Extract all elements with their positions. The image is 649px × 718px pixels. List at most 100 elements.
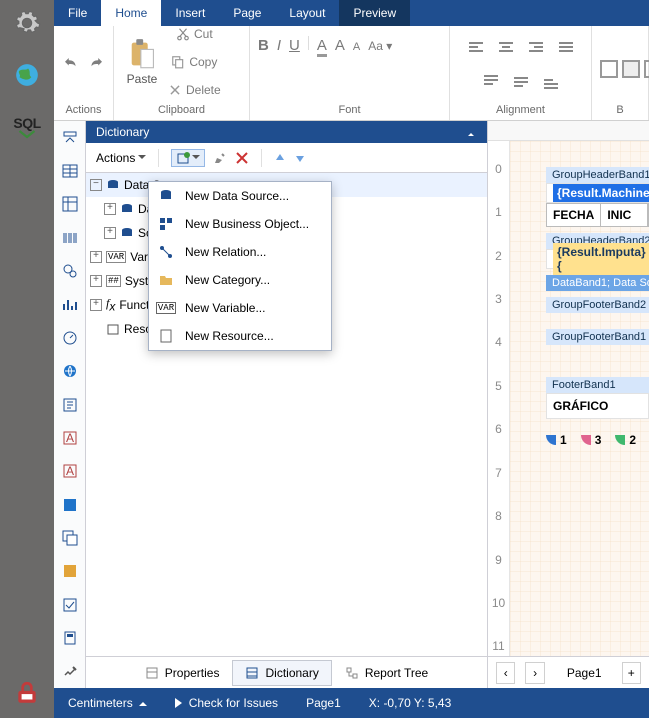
copy-button[interactable]: Copy — [168, 50, 221, 74]
zip-icon[interactable] — [59, 561, 81, 582]
header-row[interactable]: FECHA INIC — [546, 203, 649, 227]
font-settings-icon[interactable]: Aa ▾ — [368, 39, 392, 53]
pin-icon[interactable] — [465, 126, 477, 138]
shape-icon[interactable] — [59, 260, 81, 281]
band-footer[interactable]: FooterBand1 — [546, 377, 649, 393]
ribbon-group-alignment-title: Alignment — [458, 102, 583, 118]
italic-icon[interactable]: I — [277, 37, 281, 54]
menu-new-variable[interactable]: VARNew Variable... — [149, 294, 331, 322]
chart-legend: 1 3 2 — [546, 433, 649, 447]
chart-icon[interactable] — [59, 294, 81, 315]
expr-imputa[interactable]: {Result.Imputa}{ — [553, 243, 649, 275]
page-tabs-footer: ‹ › Page1 + — [488, 656, 649, 688]
paste-button[interactable]: Paste — [122, 38, 162, 86]
panel-footer-tabs: Properties Dictionary Report Tree — [86, 656, 487, 688]
edit-item-button[interactable] — [213, 151, 227, 165]
expand-icon[interactable]: + — [104, 227, 116, 239]
units-dropdown[interactable]: Centimeters — [68, 696, 147, 710]
ruler-tick: 10 — [492, 593, 505, 612]
border-none-icon[interactable] — [600, 60, 618, 78]
expand-icon[interactable]: + — [104, 203, 116, 215]
map-icon[interactable] — [59, 361, 81, 382]
ruler-tick: 11 — [492, 637, 504, 656]
align-center-icon[interactable] — [494, 36, 518, 60]
menu-new-category[interactable]: New Category... — [149, 266, 331, 294]
move-down-button[interactable] — [294, 152, 306, 164]
increase-font-icon[interactable]: A — [335, 37, 345, 54]
cell-grafico[interactable]: GRÁFICO — [546, 393, 649, 419]
panel-icon[interactable] — [59, 494, 81, 515]
table-icon[interactable] — [59, 160, 81, 181]
image-icon[interactable]: A — [59, 461, 81, 482]
menu-item-label: New Variable... — [185, 301, 265, 315]
bold-icon[interactable]: B — [258, 37, 269, 54]
checkbox-icon[interactable] — [59, 594, 81, 615]
menu-new-business-object[interactable]: New Business Object... — [149, 210, 331, 238]
next-page-button[interactable]: › — [525, 662, 544, 684]
check-for-issues[interactable]: Check for Issues — [175, 696, 278, 710]
delete-button[interactable]: Delete — [168, 78, 221, 102]
valign-top-icon[interactable] — [479, 70, 503, 94]
sql-icon[interactable]: SQL — [12, 112, 42, 142]
align-right-icon[interactable] — [524, 36, 548, 60]
band-group-header-1[interactable]: GroupHeaderBand1 — [546, 167, 649, 183]
underline-icon[interactable]: U — [289, 37, 300, 54]
crosstab-icon[interactable] — [59, 194, 81, 215]
move-up-button[interactable] — [274, 152, 286, 164]
menu-item-label: New Category... — [185, 273, 270, 287]
font-color-icon[interactable]: A — [317, 37, 327, 57]
valign-bottom-icon[interactable] — [539, 70, 563, 94]
cut-button[interactable]: Cut — [168, 22, 221, 46]
menu-new-resource[interactable]: New Resource... — [149, 322, 331, 350]
text-icon[interactable] — [59, 394, 81, 415]
border-all-icon[interactable] — [622, 60, 640, 78]
band-group-footer-1[interactable]: GroupFooterBand1 — [546, 329, 649, 345]
tab-file[interactable]: File — [54, 0, 101, 26]
menu-new-relation[interactable]: New Relation... — [149, 238, 331, 266]
tab-layout[interactable]: Layout — [275, 0, 339, 26]
clone-icon[interactable] — [59, 527, 81, 548]
expr-machine[interactable]: {Result.Machine_ — [553, 184, 649, 202]
lock-red-icon[interactable] — [12, 678, 42, 708]
menu-new-datasource[interactable]: New Data Source... — [149, 182, 331, 210]
band-data-1[interactable]: DataBand1; Data So — [546, 275, 649, 291]
ruler-tick: 4 — [495, 333, 502, 352]
menu-item-label: New Business Object... — [185, 217, 309, 231]
valign-middle-icon[interactable] — [509, 70, 533, 94]
tab-report-tree[interactable]: Report Tree — [332, 660, 441, 686]
band-group-footer-2[interactable]: GroupFooterBand2 — [546, 297, 649, 313]
decrease-font-icon[interactable]: A — [353, 41, 360, 53]
delete-item-button[interactable] — [235, 151, 249, 165]
collapse-icon[interactable]: − — [90, 179, 102, 191]
gauge-icon[interactable] — [59, 327, 81, 348]
border-frame-icon[interactable] — [644, 60, 649, 78]
richtext-icon[interactable]: A — [59, 427, 81, 448]
dictionary-title: Dictionary — [96, 125, 149, 139]
add-page-button[interactable]: + — [622, 662, 641, 684]
tab-dictionary[interactable]: Dictionary — [232, 660, 331, 686]
new-item-menu: New Data Source... New Business Object..… — [148, 181, 332, 351]
expand-icon[interactable]: + — [90, 251, 102, 263]
new-item-button[interactable] — [171, 149, 205, 167]
col-inicio[interactable]: INIC — [601, 204, 648, 226]
prev-page-button[interactable]: ‹ — [496, 662, 515, 684]
tab-preview[interactable]: Preview — [339, 0, 410, 26]
page-tab[interactable]: Page1 — [567, 666, 602, 680]
barcode-icon[interactable] — [59, 227, 81, 248]
report-canvas[interactable]: GroupHeaderBand1 {Result.Machine_ FECHA … — [510, 141, 649, 656]
settings-icon[interactable] — [59, 661, 81, 682]
expand-icon[interactable]: + — [90, 299, 102, 311]
expand-icon[interactable]: + — [90, 275, 102, 287]
gear-icon[interactable] — [12, 8, 42, 38]
align-left-icon[interactable] — [464, 36, 488, 60]
align-justify-icon[interactable] — [554, 36, 578, 60]
tab-properties[interactable]: Properties — [132, 660, 233, 686]
redo-icon[interactable] — [87, 52, 106, 76]
col-fecha[interactable]: FECHA — [547, 204, 601, 226]
globe-green-icon[interactable] — [12, 60, 42, 90]
undo-icon[interactable] — [62, 52, 81, 76]
svg-text:A: A — [66, 464, 74, 478]
subreport-icon[interactable] — [59, 627, 81, 648]
component-icon[interactable] — [59, 127, 81, 148]
actions-dropdown[interactable]: Actions — [96, 151, 146, 165]
